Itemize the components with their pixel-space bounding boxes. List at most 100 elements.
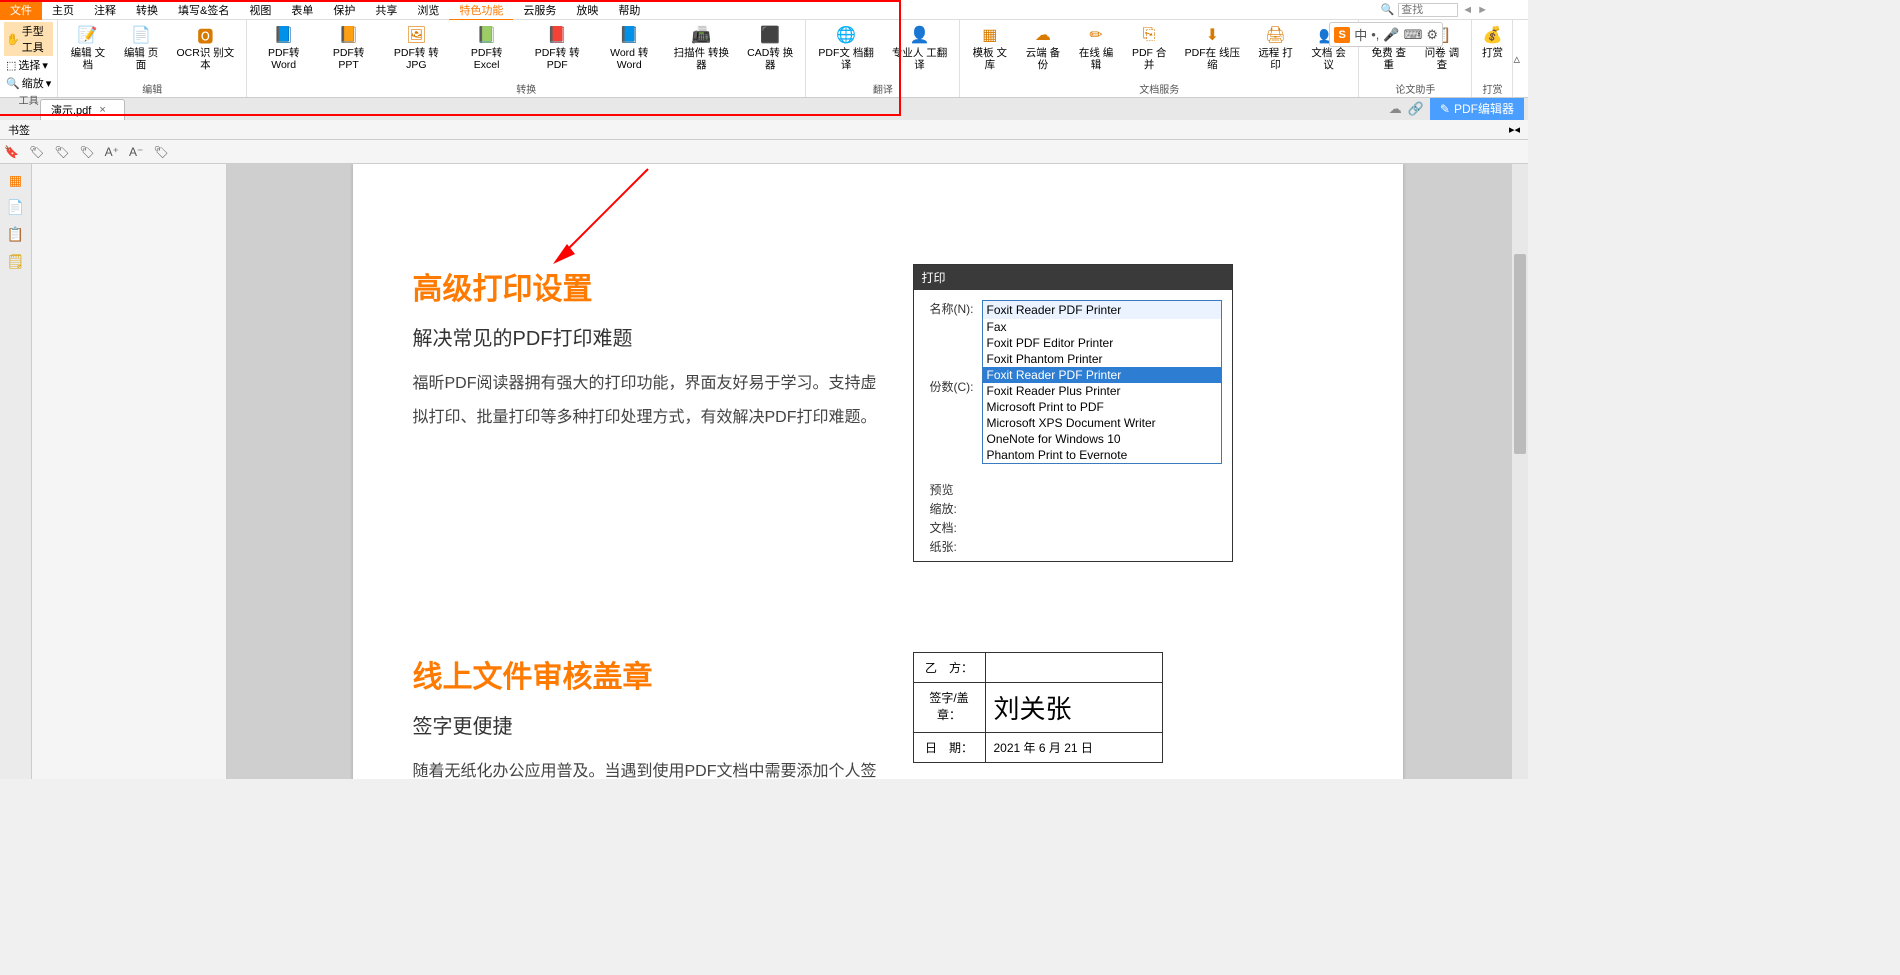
search-box: 🔍 ◄ ►	[1381, 3, 1528, 17]
pdf-editor-button[interactable]: ✎ PDF编辑器	[1430, 97, 1524, 120]
bookmark-view-icon[interactable]: 🔖	[4, 145, 19, 159]
body-sign: 随着无纸化办公应用普及。当遇到使用PDF文档中需要添加个人签名或者标识时，可以通…	[413, 755, 883, 779]
edit-page-button[interactable]: 📄编辑 页面	[115, 22, 166, 81]
pen-icon: ✎	[1440, 102, 1450, 116]
bookmark-bar: 书签 ▸◂	[0, 120, 1528, 140]
ime-punct-icon[interactable]: •,	[1371, 27, 1379, 42]
prev-icon[interactable]: ◄	[1462, 4, 1473, 16]
next-icon[interactable]: ►	[1477, 4, 1488, 16]
sign-box-image: 乙 方： 签字/盖章：刘关张 日 期：2021 年 6 月 21 日	[913, 652, 1163, 763]
ime-bar[interactable]: S 中 •, 🎤 ⌨ ⚙	[1329, 22, 1443, 47]
signature-date: 2021 年 6 月 21 日	[986, 733, 1162, 762]
nav-panel	[32, 164, 227, 779]
doc-label: 文档:	[930, 519, 1222, 536]
menubar: 文件 主页 注释 转换 填写&签名 视图 表单 保护 共享 浏览 特色功能 云服…	[0, 0, 1528, 20]
ribbon-collapse-icon[interactable]: ▵	[1513, 51, 1520, 67]
heading-print: 高级打印设置	[413, 264, 883, 308]
menu-convert[interactable]: 转换	[126, 0, 168, 20]
menu-form[interactable]: 表单	[281, 0, 323, 20]
clipboard-icon[interactable]: 📋	[7, 226, 24, 243]
ime-keyboard-icon[interactable]: ⌨	[1404, 27, 1423, 43]
menu-browse[interactable]: 浏览	[407, 0, 449, 20]
note-icon[interactable]: 🗒	[7, 253, 25, 270]
group-translate: 🌐PDF文 档翻译 👤专业人 工翻译 翻译	[806, 20, 960, 97]
link-icon[interactable]: 🔗	[1408, 101, 1424, 117]
dialog-title: 打印	[914, 265, 1232, 290]
online-edit-button[interactable]: ✏在线 编辑	[1070, 22, 1121, 81]
sogou-icon: S	[1334, 27, 1350, 43]
ime-settings-icon[interactable]: ⚙	[1426, 27, 1438, 43]
to-pdf-button[interactable]: 📕PDF转 转PDF	[522, 22, 593, 81]
printer-option: Microsoft Print to PDF	[983, 399, 1221, 415]
group-docservice: ▦模板 文库 ☁云端 备份 ✏在线 编辑 ⎘PDF 合并 ⬇PDF在 线压缩 🖨…	[960, 20, 1359, 97]
ribbon: ✋手型工具 ⬚选择▾ 🔍缩放▾ 工具 📝编辑 文档 📄编辑 页面 🅾OCR识 别…	[0, 20, 1528, 98]
vertical-scrollbar[interactable]	[1512, 164, 1528, 779]
document-view[interactable]: 高级打印设置 解决常见的PDF打印难题 福昕PDF阅读器拥有强大的打印功能，界面…	[227, 164, 1528, 779]
group-tools: 工具	[4, 92, 53, 107]
tab-close-icon[interactable]: ×	[99, 104, 105, 116]
zoom-tool[interactable]: 🔍缩放▾	[4, 74, 53, 92]
menu-view[interactable]: 视图	[239, 0, 281, 20]
menu-special[interactable]: 特色功能	[449, 0, 513, 20]
bm-icon2[interactable]: 🏷	[54, 145, 69, 159]
menu-cloud[interactable]: 云服务	[513, 0, 566, 20]
zoom-label: 缩放:	[930, 500, 1222, 517]
menu-home[interactable]: 主页	[42, 0, 84, 20]
compress-button[interactable]: ⬇PDF在 线压缩	[1177, 22, 1248, 81]
bm-icon4[interactable]: 🏷	[153, 145, 168, 159]
tab-label: 演示.pdf	[51, 102, 91, 118]
font-increase-icon[interactable]: A⁺	[105, 145, 119, 159]
to-jpg-button[interactable]: 🖼PDF转 转JPG	[381, 22, 452, 81]
ime-mic-icon[interactable]: 🎤	[1383, 27, 1399, 43]
hand-tool[interactable]: ✋手型工具	[4, 22, 53, 56]
left-sidebar: ▦ 📄 📋 🗒	[0, 164, 32, 779]
pdf-page: 高级打印设置 解决常见的PDF打印难题 福昕PDF阅读器拥有强大的打印功能，界面…	[353, 164, 1403, 779]
body-print: 福昕PDF阅读器拥有强大的打印功能，界面友好易于学习。支持虚拟打印、批量打印等多…	[413, 367, 883, 434]
cloud-sync-icon[interactable]: ☁	[1389, 101, 1402, 117]
bookmark-toolbar: 🔖 🏷 🏷 🏷 A⁺ A⁻ 🏷	[0, 140, 1528, 164]
to-excel-button[interactable]: 📗PDF转 Excel	[454, 22, 520, 81]
printer-option: Foxit Reader PDF Printer	[983, 367, 1221, 383]
to-ppt-button[interactable]: 📙PDF转 PPT	[318, 22, 379, 81]
menu-help[interactable]: 帮助	[608, 0, 650, 20]
menu-fillsign[interactable]: 填写&签名	[168, 0, 239, 20]
menu-annot[interactable]: 注释	[84, 0, 126, 20]
font-decrease-icon[interactable]: A⁻	[129, 145, 143, 159]
paper-label: 纸张:	[930, 538, 1222, 555]
cloud-backup-button[interactable]: ☁云端 备份	[1017, 22, 1068, 81]
remote-print-button[interactable]: 🖨远程 打印	[1250, 22, 1301, 81]
bm-icon3[interactable]: 🏷	[79, 145, 94, 159]
ocr-button[interactable]: 🅾OCR识 别文本	[169, 22, 243, 81]
printer-option: Foxit PDF Editor Printer	[983, 335, 1221, 351]
doc-translate-button[interactable]: 🌐PDF文 档翻译	[810, 22, 881, 81]
template-button[interactable]: ▦模板 文库	[964, 22, 1015, 81]
human-translate-button[interactable]: 👤专业人 工翻译	[884, 22, 955, 81]
printer-option: Fax	[983, 319, 1221, 335]
print-dialog-image: 打印 名称(N): Foxit Reader PDF Printer FaxFo…	[913, 264, 1233, 562]
edit-doc-button[interactable]: 📝编辑 文档	[62, 22, 113, 81]
subheading-sign: 签字更便捷	[413, 710, 883, 739]
thumbnails-icon[interactable]: ▦	[9, 172, 22, 189]
menu-slide[interactable]: 放映	[566, 0, 608, 20]
select-tool[interactable]: ⬚选择▾	[4, 56, 53, 74]
menu-share[interactable]: 共享	[365, 0, 407, 20]
to-word-button[interactable]: 📘PDF转 Word	[251, 22, 316, 81]
group-edit: 📝编辑 文档 📄编辑 页面 🅾OCR识 别文本 编辑	[58, 20, 247, 97]
search-input[interactable]	[1398, 3, 1458, 17]
menu-file[interactable]: 文件	[0, 0, 42, 20]
heading-sign: 线上文件审核盖章	[413, 652, 883, 696]
collapse-icon[interactable]: ▸◂	[1509, 123, 1520, 136]
signature-name: 刘关张	[986, 683, 1162, 732]
name-label: 名称(N):	[930, 300, 982, 317]
ime-lang[interactable]: 中	[1354, 25, 1367, 44]
cad-button[interactable]: ⬛CAD转 换器	[739, 22, 801, 81]
printer-selected: Foxit Reader PDF Printer	[983, 301, 1221, 319]
scan-button[interactable]: 📠扫描件 转换器	[666, 22, 737, 81]
word-to-button[interactable]: 📘Word 转Word	[595, 22, 664, 81]
reward-button[interactable]: 💰打赏	[1476, 22, 1508, 81]
page-icon[interactable]: 📄	[7, 199, 24, 216]
merge-button[interactable]: ⎘PDF 合并	[1124, 22, 1175, 81]
search-icon: 🔍	[1381, 3, 1395, 16]
bm-icon1[interactable]: 🏷	[29, 145, 44, 159]
menu-protect[interactable]: 保护	[323, 0, 365, 20]
